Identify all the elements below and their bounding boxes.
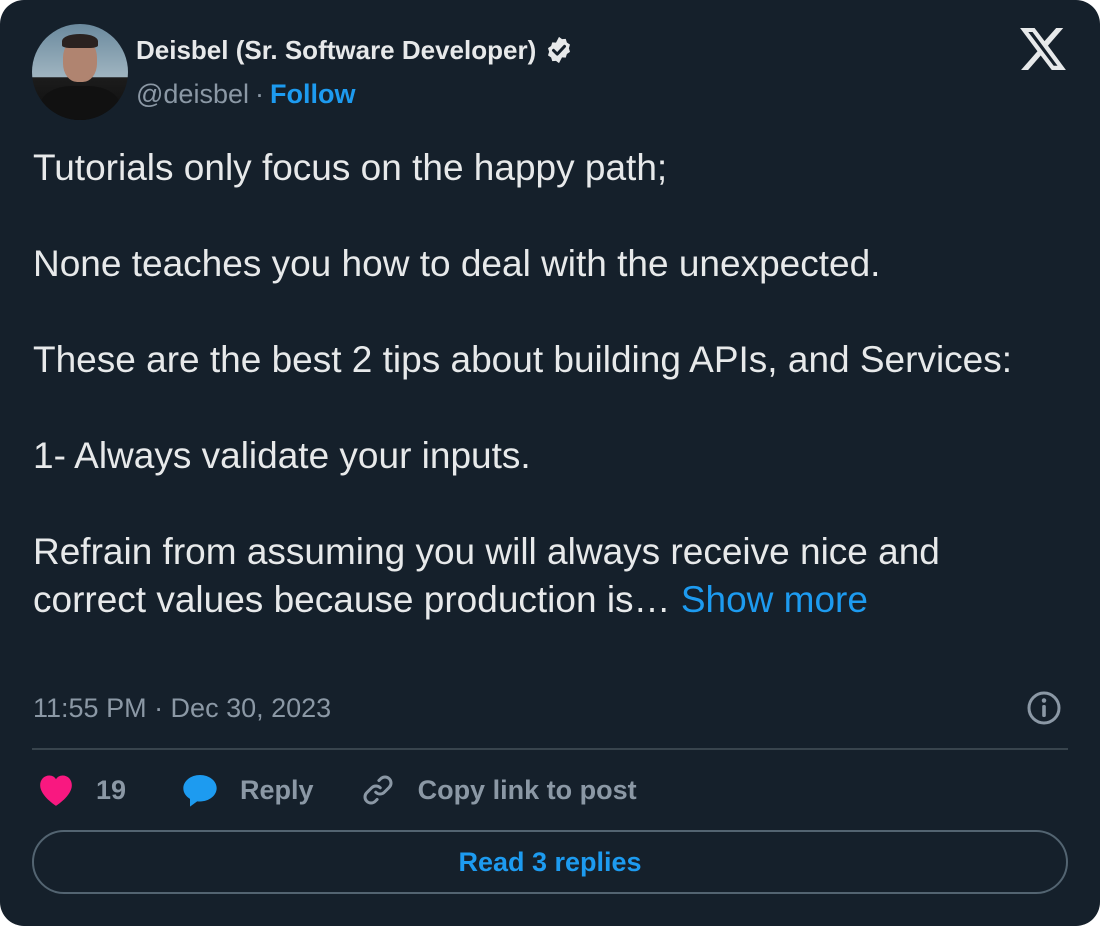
- reply-bubble-icon: [183, 775, 217, 807]
- read-replies-label: Read 3 replies: [458, 846, 642, 877]
- author-name[interactable]: Deisbel (Sr. Software Developer): [136, 35, 536, 66]
- reply-label: Reply: [240, 774, 314, 805]
- reply-button[interactable]: Reply: [126, 770, 314, 810]
- follow-button[interactable]: Follow: [270, 79, 355, 110]
- avatar-body-shape: [40, 86, 120, 120]
- avatar[interactable]: [32, 24, 128, 120]
- x-logo-icon[interactable]: [1020, 28, 1066, 70]
- read-replies-button[interactable]: Read 3 replies: [32, 830, 1068, 894]
- tweet-text: Tutorials only focus on the happy path; …: [33, 144, 1043, 624]
- author-name-row: Deisbel (Sr. Software Developer): [136, 30, 574, 70]
- like-count: 19: [96, 774, 127, 805]
- separator-dot: ·: [254, 78, 264, 109]
- author-handle-row: @deisbel · Follow: [136, 76, 355, 112]
- tweet-paragraph: Tutorials only focus on the happy path;: [33, 147, 668, 188]
- divider: [32, 748, 1068, 750]
- info-icon[interactable]: [1026, 690, 1062, 726]
- like-button[interactable]: 19: [36, 770, 126, 810]
- tweet-timestamp[interactable]: 11:55 PM · Dec 30, 2023: [33, 688, 331, 728]
- copy-link-label: Copy link to post: [417, 774, 637, 805]
- tweet-paragraph: 1- Always validate your inputs.: [33, 435, 531, 476]
- copy-link-button[interactable]: Copy link to post: [314, 772, 637, 808]
- verified-badge-icon: [548, 36, 571, 64]
- heart-icon: [40, 775, 72, 806]
- tweet-paragraph: None teaches you how to deal with the un…: [33, 243, 881, 284]
- show-more-link[interactable]: Show more: [681, 579, 868, 620]
- author-handle[interactable]: @deisbel: [136, 79, 249, 110]
- action-bar: 19 Reply Copy link to post: [36, 768, 637, 812]
- tweet-paragraph: These are the best 2 tips about building…: [33, 339, 1013, 380]
- avatar-hair-shape: [62, 34, 98, 48]
- tweet-card: Deisbel (Sr. Software Developer) @deisbe…: [0, 0, 1100, 926]
- tweet-paragraph-last: Refrain from assuming you will always re…: [33, 528, 1043, 624]
- link-icon: [363, 775, 393, 805]
